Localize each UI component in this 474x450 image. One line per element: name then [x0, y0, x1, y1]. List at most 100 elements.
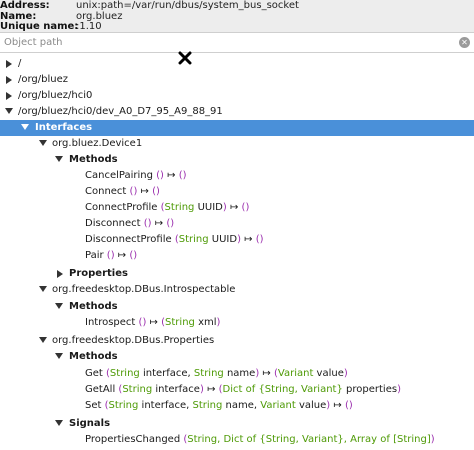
arg-name: interface,: [141, 400, 190, 411]
paren-close: ): [216, 317, 221, 328]
expander-collapsed-icon[interactable]: [5, 72, 15, 88]
expander-collapsed-icon[interactable]: [5, 88, 15, 104]
paren-close: ): [430, 434, 435, 445]
paren-close: ): [326, 400, 331, 411]
tree-row-device[interactable]: /org/bluez/hci0/dev_A0_D7_95_A9_88_91: [0, 104, 474, 120]
arg-name: name: [226, 368, 256, 379]
method-row[interactable]: Disconnect () ↦ (): [0, 216, 474, 232]
expander-expanded-icon[interactable]: [54, 349, 64, 365]
paren-close: ): [343, 368, 348, 379]
arg-type: String: [178, 234, 209, 245]
expander-expanded-icon[interactable]: [54, 416, 64, 432]
tree-row-introspectable-iface[interactable]: org.freedesktop.DBus.Introspectable: [0, 282, 474, 298]
maps-to-icon: ↦: [244, 234, 253, 245]
expander-expanded-icon[interactable]: [54, 152, 64, 168]
path-label: /: [18, 58, 22, 69]
interface-name: org.freedesktop.DBus.Introspectable: [52, 284, 236, 295]
tree-row-root[interactable]: /: [0, 56, 474, 72]
connection-info: Address: unix:path=/var/run/dbus/system_…: [0, 0, 474, 32]
method-return: (): [178, 170, 187, 181]
tree-row-org-bluez[interactable]: /org/bluez: [0, 72, 474, 88]
method-row[interactable]: Introspect () ↦ (String xml): [0, 315, 474, 331]
methods-label: Methods: [69, 301, 118, 312]
return-name: xml: [198, 317, 217, 328]
tree-row-hci0[interactable]: /org/bluez/hci0: [0, 88, 474, 104]
arg-type: Dict of {String, Variant},: [223, 434, 347, 445]
properties-label: Properties: [69, 268, 128, 279]
method-return: (): [152, 186, 160, 197]
method-name: Set: [85, 400, 102, 411]
tree-row-methods[interactable]: Methods: [0, 299, 474, 315]
maps-to-icon: ↦: [140, 186, 149, 197]
method-return: (): [255, 234, 264, 245]
arg-type: String: [193, 368, 224, 379]
methods-label: Methods: [69, 351, 118, 362]
arg-name: interface: [155, 384, 200, 395]
maps-to-icon: ↦: [154, 218, 164, 229]
tree-row-properties-iface[interactable]: org.freedesktop.DBus.Properties: [0, 333, 474, 349]
method-signature: CancelPairing () ↦ (): [85, 168, 187, 184]
maps-to-icon: ↦: [117, 250, 127, 261]
arg-type: String: [122, 384, 153, 395]
object-path-input[interactable]: [0, 34, 454, 51]
expander-expanded-icon[interactable]: [54, 299, 64, 315]
method-signature: ConnectProfile (String UUID) ↦ (): [85, 200, 249, 216]
return-type: Dict of {String, Variant}: [222, 384, 343, 395]
signal-name: PropertiesChanged: [85, 434, 181, 445]
expander-expanded-icon[interactable]: [20, 120, 30, 136]
arg-name: UUID: [197, 202, 223, 213]
method-args: (): [106, 250, 115, 261]
arg-type: String: [109, 368, 140, 379]
expander-expanded-icon[interactable]: [38, 282, 48, 298]
tree-row-methods[interactable]: Methods: [0, 152, 474, 168]
method-row[interactable]: Pair () ↦ (): [0, 248, 474, 264]
expander-collapsed-icon[interactable]: [5, 56, 15, 72]
tree-row-interfaces[interactable]: Interfaces: [0, 120, 474, 136]
maps-to-icon: ↦: [229, 202, 239, 213]
signal-signature: PropertiesChanged (String, Dict of {Stri…: [85, 432, 435, 448]
paren-close: ): [255, 368, 260, 379]
arg-type: Variant: [260, 400, 296, 411]
signals-label: Signals: [69, 418, 111, 429]
expander-expanded-icon[interactable]: [4, 104, 14, 120]
method-signature: Set (String interface, String name, Vari…: [85, 398, 353, 414]
method-return: (): [166, 218, 175, 229]
arg-type: Array of [String]: [350, 434, 431, 445]
return-name: value: [316, 368, 344, 379]
paren-close: ): [237, 234, 241, 245]
tree-row-properties[interactable]: Properties: [0, 266, 474, 282]
method-signature: Disconnect () ↦ (): [85, 216, 174, 232]
arg-name: interface,: [142, 368, 191, 379]
clear-icon[interactable]: ✕: [459, 37, 470, 48]
expander-expanded-icon[interactable]: [38, 136, 48, 152]
method-row[interactable]: GetAll (String interface) ↦ (Dict of {St…: [0, 382, 474, 398]
method-name: ConnectProfile: [85, 202, 158, 213]
method-row[interactable]: DisconnectProfile (String UUID) ↦ (): [0, 232, 474, 248]
expander-collapsed-icon[interactable]: [56, 266, 66, 282]
expander-expanded-icon[interactable]: [38, 333, 48, 349]
maps-to-icon: ↦: [167, 170, 176, 181]
method-row[interactable]: Set (String interface, String name, Vari…: [0, 398, 474, 414]
address-value: unix:path=/var/run/dbus/system_bus_socke…: [76, 0, 299, 11]
method-signature: Introspect () ↦ (String xml): [85, 315, 220, 331]
path-label: /org/bluez/hci0/dev_A0_D7_95_A9_88_91: [18, 106, 223, 117]
tree-row-signals[interactable]: Signals: [0, 416, 474, 432]
paren-close: ): [397, 384, 401, 395]
interfaces-label: Interfaces: [35, 122, 93, 133]
signal-row[interactable]: PropertiesChanged (String, Dict of {Stri…: [0, 432, 474, 448]
arg-type: String,: [187, 434, 221, 445]
tree-row-methods[interactable]: Methods: [0, 349, 474, 365]
method-row[interactable]: Get (String interface, String name) ↦ (V…: [0, 366, 474, 382]
tree-row-device1-iface[interactable]: org.bluez.Device1: [0, 136, 474, 152]
method-row[interactable]: Connect () ↦ (): [0, 184, 474, 200]
maps-to-icon: ↦: [149, 317, 158, 328]
method-row[interactable]: CancelPairing () ↦ (): [0, 168, 474, 184]
object-path-search: ✕: [0, 32, 474, 53]
path-label: /org/bluez: [18, 74, 69, 85]
method-signature: DisconnectProfile (String UUID) ↦ (): [85, 232, 264, 248]
arg-type: String: [164, 202, 195, 213]
method-row[interactable]: ConnectProfile (String UUID) ↦ (): [0, 200, 474, 216]
arg-type: String: [108, 400, 139, 411]
method-name: CancelPairing: [85, 170, 153, 181]
return-type: Variant: [277, 368, 314, 379]
